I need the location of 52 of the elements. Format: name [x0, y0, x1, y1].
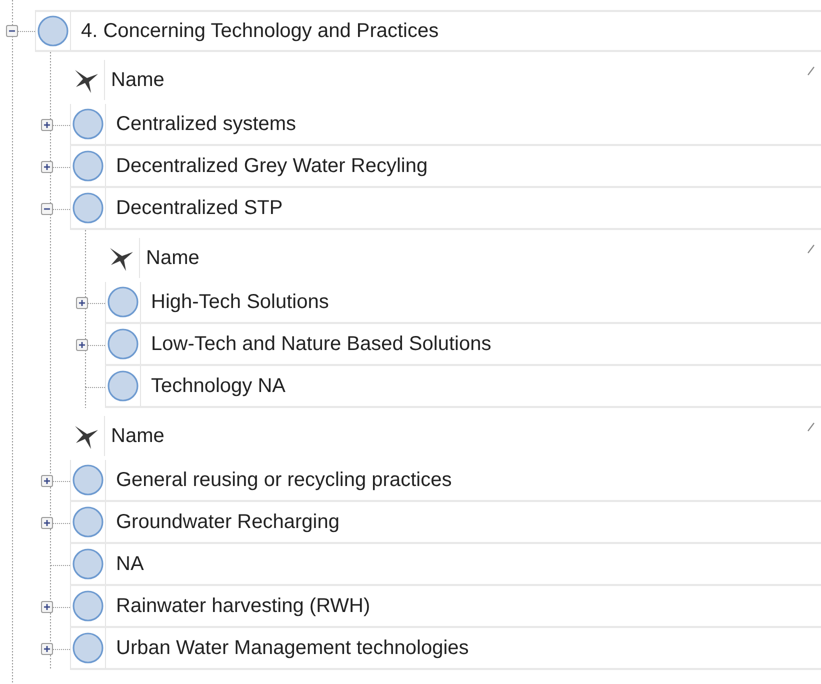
node-label: General reusing or recycling practices: [115, 468, 452, 492]
node-circle-icon: [72, 150, 104, 182]
node-circle-icon: [107, 370, 139, 402]
node-circle-icon: [72, 108, 104, 140]
column-header[interactable]: Name: [140, 246, 807, 270]
tree-node[interactable]: Decentralized STP: [70, 188, 821, 230]
node-label: NA: [115, 552, 144, 576]
node-label: Rainwater harvesting (RWH): [115, 594, 370, 618]
node-circle-icon: [107, 328, 139, 360]
node-circle-icon: [72, 192, 104, 224]
expand-icon[interactable]: [76, 297, 88, 309]
tree-node[interactable]: Groundwater Recharging: [70, 502, 821, 544]
node-label: Urban Water Management technologies: [115, 636, 469, 660]
collapse-icon[interactable]: [41, 203, 53, 215]
tree-node[interactable]: Decentralized Grey Water Recyling: [70, 146, 821, 188]
sort-icon[interactable]: [807, 422, 815, 432]
node-circle-icon: [37, 15, 69, 47]
tree-node[interactable]: Centralized systems: [70, 104, 821, 146]
tree-node[interactable]: Urban Water Management technologies: [70, 628, 821, 670]
expand-icon[interactable]: [41, 161, 53, 173]
node-circle-icon: [72, 464, 104, 496]
node-circle-icon: [72, 548, 104, 580]
node-circle-icon: [72, 590, 104, 622]
expand-icon[interactable]: [41, 517, 53, 529]
expand-icon[interactable]: [41, 119, 53, 131]
node-label: Technology NA: [150, 374, 286, 398]
node-circle-icon: [72, 506, 104, 538]
tree-node[interactable]: 4. Concerning Technology and Practices: [35, 10, 821, 52]
sort-icon[interactable]: [807, 244, 815, 254]
expand-icon[interactable]: [76, 339, 88, 351]
node-label: Low-Tech and Nature Based Solutions: [150, 332, 492, 356]
node-circle-icon: [72, 632, 104, 664]
tree-node[interactable]: General reusing or recycling practices: [70, 460, 821, 502]
node-label: Decentralized STP: [115, 196, 283, 220]
column-header[interactable]: Name: [105, 68, 807, 92]
column-header[interactable]: Name: [105, 424, 807, 448]
node-label: Decentralized Grey Water Recyling: [115, 154, 428, 178]
node-circle-icon: [107, 286, 139, 318]
node-label: High-Tech Solutions: [150, 290, 329, 314]
tree-node[interactable]: Rainwater harvesting (RWH): [70, 586, 821, 628]
node-label: 4. Concerning Technology and Practices: [80, 20, 439, 42]
node-label: Centralized systems: [115, 112, 296, 136]
expand-icon[interactable]: [41, 601, 53, 613]
expand-icon[interactable]: [41, 643, 53, 655]
sort-icon[interactable]: [807, 66, 815, 76]
node-label: Groundwater Recharging: [115, 510, 340, 534]
tree-node[interactable]: High-Tech Solutions: [105, 282, 821, 324]
tree-node[interactable]: Low-Tech and Nature Based Solutions: [105, 324, 821, 366]
expand-icon[interactable]: [41, 475, 53, 487]
tree-node[interactable]: Technology NA: [105, 366, 821, 408]
collapse-icon[interactable]: [6, 25, 18, 37]
tree-node[interactable]: NA: [70, 544, 821, 586]
